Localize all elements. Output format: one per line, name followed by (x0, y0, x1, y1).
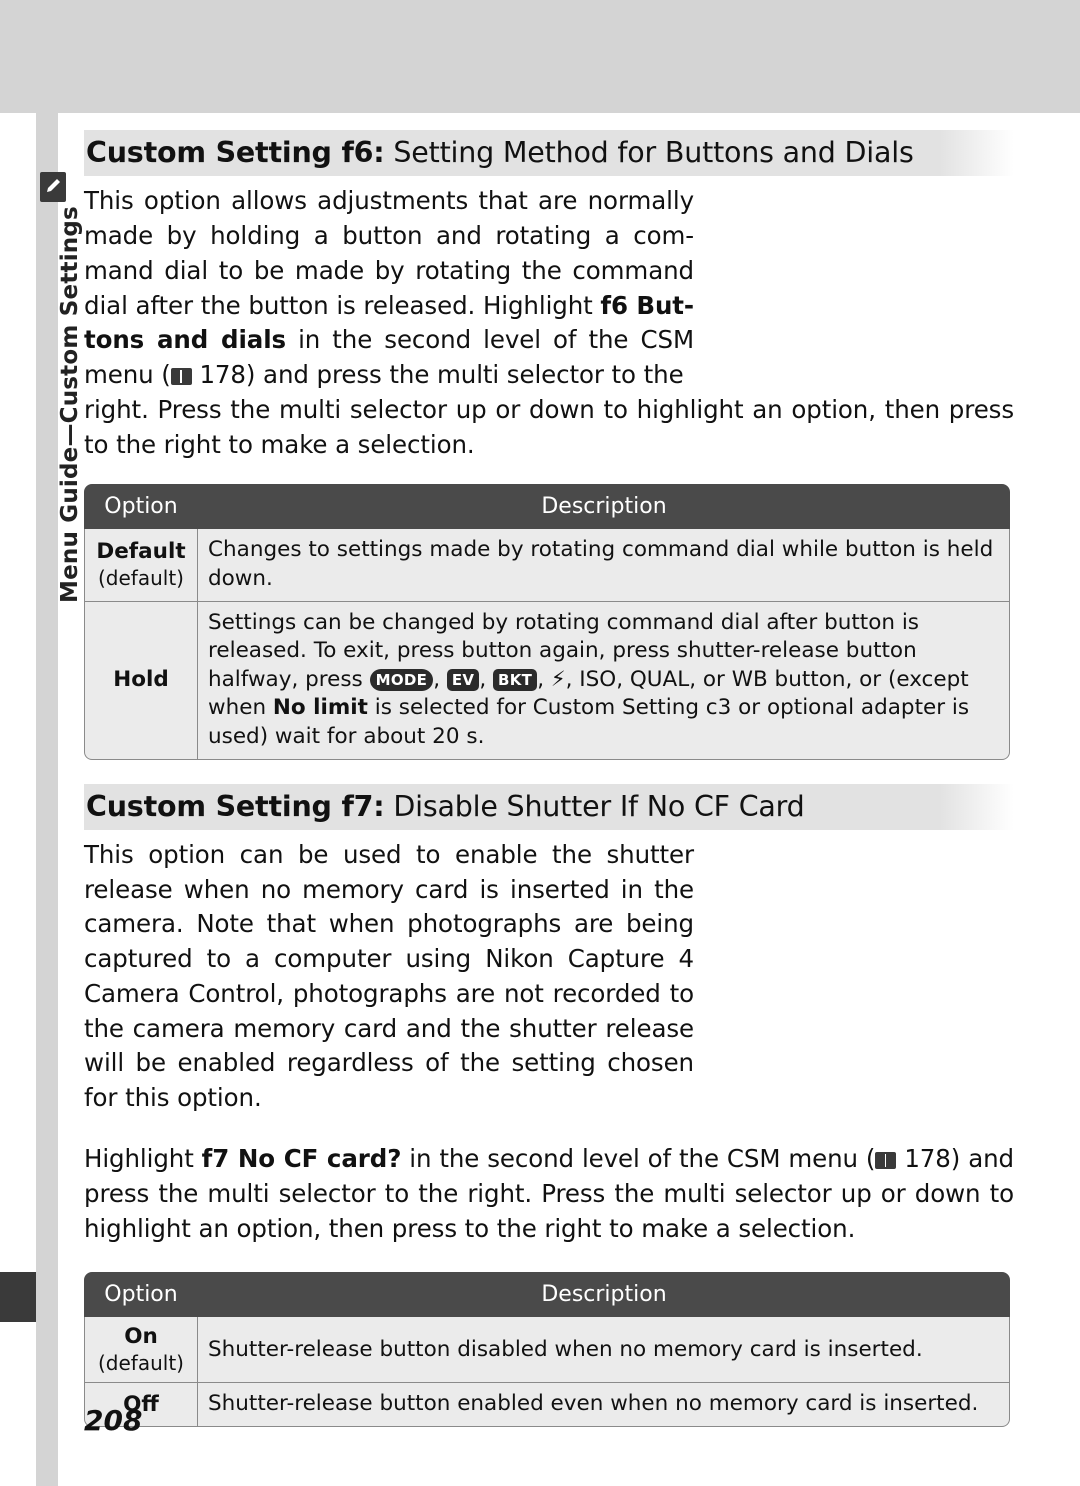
left-grey-spine (36, 113, 58, 1486)
paragraph-f6-ref: 178) and press the multi selector to the (191, 360, 684, 390)
bracketing-button-icon: BKT (493, 668, 538, 691)
paragraph-f7-part2: Highlight f7 No CF card? in the second l… (84, 1142, 1014, 1246)
table-row: Hold Settings can be changed by rotating… (84, 601, 1010, 760)
table-header-row: Option Description (84, 484, 1010, 530)
column-header-option: Option (84, 1272, 198, 1318)
options-table-f6: Option Description Default (default) Cha… (84, 484, 1010, 760)
paragraph-f7-bold-term: f7 No CF card? (201, 1144, 402, 1174)
option-cell-default: Default (default) (84, 529, 198, 602)
paragraph-f6-part1: This option allows adjustments that are … (84, 184, 694, 393)
description-cell-on: Shutter-release button disabled when no … (198, 1317, 1010, 1384)
option-label-hold: Hold (113, 667, 169, 693)
mode-button-icon: MODE (369, 668, 434, 691)
section-title-f6-light: Setting Method for Buttons and Dials (384, 136, 914, 169)
table-header-row: Option Description (84, 1272, 1010, 1318)
hold-sep-2: , (479, 666, 493, 692)
option-label-on: On (124, 1324, 158, 1350)
table-row: Off Shutter-release button enabled even … (84, 1383, 1010, 1428)
side-chapter-label: Menu Guide—Custom Settings (57, 206, 83, 603)
description-cell-off: Shutter-release button enabled even when… (198, 1383, 1010, 1428)
page-number: 208 (84, 1404, 143, 1437)
option-sublabel-default: (default) (98, 565, 184, 590)
section-title-f7: Custom Setting f7: Disable Shutter If No… (84, 783, 1014, 830)
paragraph-f7-part1: This option can be used to enable the sh… (84, 839, 694, 1113)
section-title-f6-bold: Custom Setting f6: (86, 136, 385, 169)
paragraph-f7-text-a: Highlight (84, 1144, 202, 1174)
option-sublabel-on: (default) (98, 1350, 184, 1375)
paragraph-f7-text-b: in the second level of the CSM menu ( (401, 1144, 876, 1174)
page-canvas: Menu Guide—Custom Settings Custom Settin… (0, 0, 1080, 1486)
hold-sep-1: , (433, 666, 447, 692)
description-cell-default: Changes to settings made by rotating com… (198, 529, 1010, 602)
option-cell-hold: Hold (84, 601, 198, 760)
description-cell-hold: Settings can be changed by rotating comm… (198, 601, 1010, 760)
column-header-option: Option (84, 484, 198, 530)
column-header-description: Description (198, 484, 1010, 530)
section-title-f7-bold: Custom Setting f7: (86, 789, 385, 823)
paragraph-f6-part2: right. Press the multi selector up or do… (84, 394, 1014, 459)
table-row: On (default) Shutter-release button disa… (84, 1317, 1010, 1384)
option-label-default: Default (96, 539, 186, 565)
hold-bold-no-limit: No limit (272, 695, 368, 721)
table-row: Default (default) Changes to settings ma… (84, 529, 1010, 602)
exposure-compensation-button-icon: EV (446, 668, 480, 691)
option-cell-on: On (default) (84, 1317, 198, 1384)
manual-reference-icon (170, 368, 192, 386)
section-title-f7-light: Disable Shutter If No CF Card (384, 789, 805, 823)
hold-sep-3: , (537, 666, 551, 692)
page-edge-tab (0, 1272, 36, 1322)
document-content: Custom Setting f6: Setting Method for Bu… (84, 130, 1014, 1428)
section-title-f6: Custom Setting f6: Setting Method for Bu… (84, 130, 1014, 177)
top-grey-band (0, 0, 1080, 113)
column-header-description: Description (198, 1272, 1010, 1318)
flash-button-icon: ⚡ (550, 666, 566, 691)
manual-reference-icon (875, 1152, 897, 1170)
options-table-f7: Option Description On (default) Shutter-… (84, 1272, 1010, 1428)
